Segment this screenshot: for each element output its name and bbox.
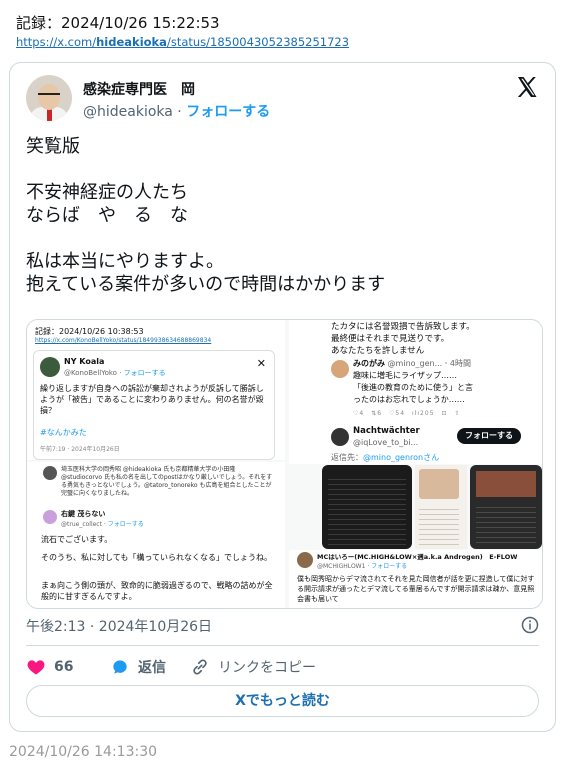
avatar-tie bbox=[47, 109, 52, 121]
heart-icon bbox=[27, 660, 45, 675]
embed-minogami-text1: 趣味に増毛にライザップ…… bbox=[353, 371, 457, 380]
info-icon[interactable] bbox=[521, 616, 539, 634]
embed-record-url: https://x.com/KonoBellYoko/status/184993… bbox=[35, 337, 212, 344]
record-line: 記録：2024/10/26 15:22:53 bbox=[16, 14, 220, 32]
embed-nacht-name: Nachtwächter bbox=[353, 426, 420, 436]
embed-minogami-name: みのがみ bbox=[353, 359, 385, 368]
tweet-text: 笑覧版 不安神経症の人たち ならば や る な 私は本当にやりますよ。 抱えてい… bbox=[26, 136, 386, 295]
embed-minogami-row: みのがみ @mino_gen... · 4時間 bbox=[353, 359, 471, 368]
embed-nacht-reply-handle: @mino_genronさん bbox=[363, 453, 440, 462]
embed-right-text-c: あなたたちを許しません bbox=[331, 346, 425, 356]
embed-avatar-koala bbox=[40, 357, 60, 377]
embed-nacht-reply-label: 返信先： bbox=[331, 453, 363, 462]
embed-minogami-stats: ♡4 ⇅6 ♡54 ılı205 ⊡ ⇧ bbox=[353, 410, 461, 417]
embedded-image[interactable]: 記録：2024/10/26 10:38:53 https://x.com/Kon… bbox=[26, 319, 543, 609]
record-url-link[interactable]: https://x.com/hideakioka/status/18500430… bbox=[16, 35, 349, 49]
read-more-button[interactable]: Xでもっと読む bbox=[26, 685, 539, 717]
follow-button[interactable]: フォローする bbox=[186, 104, 270, 120]
embed-right-top: たカタには名誉毀損で告訴致します。 最終便はそれまで見送りです。 あなたたちを許… bbox=[289, 320, 542, 464]
url-prefix: https://x.com/ bbox=[16, 35, 97, 49]
embed-ukagi-name: 右鍵 茂らない bbox=[61, 510, 106, 518]
embed-left-top: 記録：2024/10/26 10:38:53 https://x.com/Kon… bbox=[27, 320, 285, 460]
tweet-timestamp[interactable]: 午後2:13 · 2024年10月26日 bbox=[26, 616, 212, 636]
embed-mc-handle: @MCHIGHLOW1 bbox=[317, 563, 366, 570]
embed-ukagi-follow: フォローする bbox=[107, 521, 144, 528]
author-name[interactable]: 感染症専門医 岡 bbox=[83, 79, 195, 99]
embed-ukagi-text1: 流石でございます。 bbox=[41, 535, 113, 544]
embed-reply-text: 埼玉医科大学の岡秀昭 @hideakioka 氏も京都精華大学の小田隆 @stu… bbox=[61, 466, 273, 497]
embed-avatar-mc bbox=[297, 552, 313, 568]
copy-link-button[interactable]: リンクをコピー bbox=[190, 657, 316, 677]
tweet-card: 感染症専門医 岡 @hideakioka · フォローする 笑覧版 不安神経症の… bbox=[9, 62, 556, 732]
embed-nacht-handle: @iqLove_to_bi... bbox=[353, 438, 419, 447]
embed-right-bottom: MCはいろー(MC.HIGH&LOW×週a.k.a Androgen) E-FL… bbox=[289, 550, 542, 608]
embed-nacht-follow: フォローする bbox=[457, 428, 521, 444]
embed-mc-handle-row: @MCHIGHLOW1 · フォローする bbox=[317, 563, 408, 570]
embed-mc-name: MCはいろー(MC.HIGH&LOW×週a.k.a Androgen) E-FL… bbox=[317, 553, 518, 561]
avatar-glasses bbox=[38, 93, 60, 100]
embed-minogami-text3: ったのはお忘れでしょうか…… bbox=[353, 395, 465, 404]
link-icon bbox=[193, 659, 207, 675]
embed-right-text-a: たカタには名誉毀損で告訴致します。 bbox=[331, 322, 475, 332]
url-suffix: /status/1850043052385251723 bbox=[166, 35, 350, 49]
embed-left-x-icon: ✕ bbox=[256, 357, 266, 370]
embed-ukagi-handle: @true_collect bbox=[61, 521, 102, 528]
embed-phone-right bbox=[470, 465, 542, 549]
embed-avatar-minogami bbox=[331, 360, 349, 378]
embed-left-handle: @KonoBellYoko bbox=[64, 369, 117, 377]
url-handle: hideakioka bbox=[96, 35, 167, 49]
embed-ukagi-text2: そのうち、私に対しても「構っていられなくなる」でしょうね。 bbox=[41, 553, 272, 562]
embed-right-text-b: 最終便はそれまで見送りです。 bbox=[331, 334, 450, 344]
divider bbox=[26, 645, 539, 646]
embed-minogami-time: 4時間 bbox=[449, 359, 471, 368]
copy-link-label: リンクをコピー bbox=[218, 660, 316, 676]
embed-nacht-reply: 返信先：@mino_genronさん bbox=[331, 452, 439, 463]
phone-right-photo bbox=[476, 471, 536, 497]
embed-left-follow: フォローする bbox=[123, 369, 166, 377]
embed-minogami-text2: 「後進の教育のために使う」と言 bbox=[353, 383, 473, 392]
phone-middle-photo bbox=[419, 469, 459, 499]
embed-ukagi-text3: まぁ向こう側の頭が、致命的に脆弱過ぎるので、戦略の詰めが全般的に甘すぎるんですよ… bbox=[41, 581, 273, 601]
embed-left-text: 繰り返しますが自身への訴訟が棄却されようが反訴して勝訴しようが「被告」であること… bbox=[40, 384, 264, 415]
embed-left-name: NY Koala bbox=[64, 357, 105, 366]
like-count: 66 bbox=[54, 659, 74, 675]
embed-left-tag: #なんかみた bbox=[40, 428, 87, 437]
reply-icon bbox=[113, 660, 127, 674]
embed-left-bottom: 埼玉医科大学の岡秀昭 @hideakioka 氏も京都精華大学の小田隆 @stu… bbox=[27, 462, 285, 608]
embed-left-time: 午前7:19 · 2024年10月26日 bbox=[40, 446, 120, 453]
avatar[interactable] bbox=[26, 75, 72, 121]
embed-phone-middle bbox=[415, 465, 467, 549]
phone-right-lines bbox=[476, 503, 536, 543]
embed-avatar-nacht bbox=[331, 428, 349, 446]
embed-phone-left bbox=[322, 465, 412, 549]
embed-mc-follow: フォローする bbox=[371, 563, 408, 570]
embed-avatar-ukagi bbox=[43, 510, 57, 524]
embed-ukagi-handle-row: @true_collect · フォローする bbox=[61, 521, 144, 528]
embed-left-card: NY Koala @KonoBellYoko · フォローする ✕ 繰り返します… bbox=[33, 350, 275, 460]
phone-left-lines bbox=[328, 475, 406, 545]
like-button[interactable]: 66 bbox=[26, 657, 73, 677]
author-handle[interactable]: @hideakioka bbox=[83, 104, 173, 120]
embed-avatar-reply bbox=[43, 466, 57, 480]
embed-left-handle-row: @KonoBellYoko · フォローする bbox=[64, 369, 166, 377]
embed-record-line: 記録：2024/10/26 10:38:53 bbox=[35, 327, 144, 336]
reply-label: 返信 bbox=[138, 660, 166, 676]
embed-mc-text: 僕も岡秀昭からデマ流されてそれを見た岡信者が話を更に捏造して僕に対する開示請求が… bbox=[297, 575, 535, 603]
phone-middle-lines bbox=[419, 505, 459, 545]
handle-row: @hideakioka · フォローする bbox=[83, 101, 270, 121]
x-logo-icon[interactable] bbox=[515, 75, 539, 99]
separator: · bbox=[172, 104, 187, 120]
embed-minogami-handle: @mino_gen... bbox=[387, 359, 443, 368]
reply-button[interactable]: 返信 bbox=[110, 657, 166, 677]
capture-time: 2024/10/26 14:13:30 bbox=[9, 744, 158, 760]
